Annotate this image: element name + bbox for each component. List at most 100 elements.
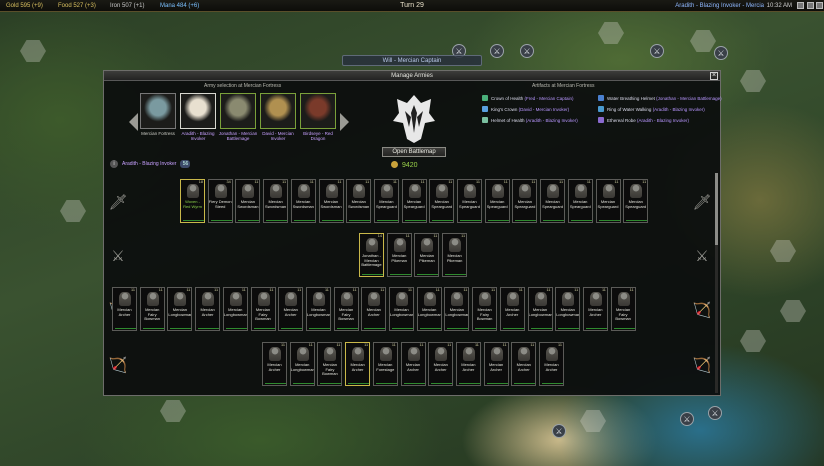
sword-icon[interactable]: 🗡	[108, 193, 128, 213]
unit-card[interactable]: 11 Mercian Archer	[195, 287, 221, 331]
map-hex[interactable]	[580, 410, 606, 432]
map-hex[interactable]	[740, 70, 766, 92]
unit-card[interactable]: 11 Mercian Longbowman	[222, 287, 248, 331]
next-arrow-icon[interactable]	[340, 113, 349, 131]
crossed-swords-icon[interactable]: ⚔	[108, 247, 128, 267]
map-unit-icon[interactable]: ⚔	[708, 406, 722, 420]
unit-card[interactable]: 11 Mercian Longbowman	[527, 287, 553, 331]
unit-card[interactable]: 11 Mercian Swordsman	[318, 179, 344, 223]
fortress-portrait[interactable]	[140, 93, 176, 129]
unit-card[interactable]: 11 Mercian Spearguard	[457, 179, 482, 223]
prev-arrow-icon[interactable]	[129, 113, 138, 131]
unit-card[interactable]: 11 Mercian Pikeman	[414, 233, 440, 277]
settings-icon[interactable]	[797, 2, 804, 9]
unit-card[interactable]: 11 Mercian Swordsman	[346, 179, 372, 223]
unit-card[interactable]: 11 Mercian Longbowman	[167, 287, 193, 331]
unit-card[interactable]: 11 Mercian Archer	[345, 342, 371, 386]
menu-icon[interactable]	[807, 2, 814, 9]
unit-card[interactable]: 11 Mercian Pikeman	[442, 233, 468, 277]
map-hex[interactable]	[740, 330, 766, 352]
map-unit-icon[interactable]: ⚔	[650, 44, 664, 58]
unit-card[interactable]: 11 Mercian Forestage	[372, 342, 398, 386]
unit-card[interactable]: 11 Mercian Archer	[262, 342, 287, 386]
unit-card[interactable]: 11 Mercian Spearguard	[595, 179, 621, 223]
unit-card[interactable]: 11 Mercian Pikeman	[386, 233, 412, 277]
unit-card[interactable]: 11 Mercian Fairy Bowman	[250, 287, 276, 331]
bow-icon[interactable]: 🏹	[692, 356, 712, 376]
map-hex[interactable]	[160, 400, 186, 422]
unit-card[interactable]: 11 Mercian Archer	[361, 287, 387, 331]
info-icon[interactable]: i	[110, 160, 118, 168]
player-name[interactable]: Aradith - Blazing Invoker - Mercia	[675, 0, 764, 12]
map-unit-icon[interactable]: ⚔	[714, 46, 728, 60]
unit-card[interactable]: 11 Mercian Fairy Bowman	[610, 287, 636, 331]
map-hex[interactable]	[690, 30, 716, 52]
artifact-item[interactable]: Ring of Water Walking (Aradith - Blazing…	[598, 106, 705, 112]
unit-card[interactable]: 11 Mercian Swordsman	[290, 179, 316, 223]
unit-card[interactable]: 11 Mercian Archer	[428, 342, 454, 386]
map-unit-icon[interactable]: ⚔	[680, 412, 694, 426]
close-icon[interactable]: ×	[710, 72, 718, 80]
hero-portrait[interactable]	[220, 93, 256, 129]
artifact-item[interactable]: Helmet of Health (Aradith - Blazing Invo…	[482, 117, 578, 123]
unit-card[interactable]: 11 Mercian Fairy Bowman	[317, 342, 343, 386]
unit-card[interactable]: 11 Mercian Spearguard	[429, 179, 455, 223]
unit-card[interactable]: 11 Mercian Fairy Bowman	[472, 287, 498, 331]
unit-card[interactable]: 11 Mercian Archer	[112, 287, 137, 331]
artifact-item[interactable]: Water Breathing Helmet (Jonathan - Merci…	[598, 95, 722, 101]
unit-level: 11	[309, 180, 314, 184]
unit-card[interactable]: 11 Mercian Archer	[483, 342, 509, 386]
unit-card[interactable]: 11 Mercian Spearguard	[512, 179, 538, 223]
unit-card[interactable]: 34 Fiery Demon Steed	[207, 179, 233, 223]
map-unit-icon[interactable]: ⚔	[520, 44, 534, 58]
open-battlemap-button[interactable]: Open Battlemap	[382, 147, 446, 157]
unit-card[interactable]: 11 Mercian Archer	[499, 287, 525, 331]
map-hex[interactable]	[770, 240, 796, 262]
unit-card[interactable]: 11 Mercian Longbowman	[555, 287, 581, 331]
unit-card[interactable]: 11 Mercian Longbowman	[416, 287, 442, 331]
crossed-swords-icon[interactable]: ⚔	[692, 247, 712, 267]
unit-card[interactable]: 11 Mercian Spearguard	[373, 179, 399, 223]
map-hex[interactable]	[780, 300, 806, 322]
unit-card[interactable]: 11 Mercian Spearguard	[540, 179, 566, 223]
map-unit-icon[interactable]: ⚔	[490, 44, 504, 58]
unit-card[interactable]: 11 Mercian Archer	[278, 287, 304, 331]
map-unit-icon[interactable]: ⚔	[552, 424, 566, 438]
hero-name: Jonathan - Mercian Battlemage	[218, 131, 258, 141]
unit-card[interactable]: 18 Woven - Red Wyrm	[180, 179, 205, 223]
sword-icon[interactable]: 🗡	[692, 193, 712, 213]
unit-card[interactable]: 11 Mercian Archer	[511, 342, 537, 386]
unit-card[interactable]: 11 Mercian Spearguard	[484, 179, 510, 223]
unit-card[interactable]: 11 Mercian Fairy Bowman	[139, 287, 165, 331]
unit-card[interactable]: 11 Mercian Archer	[400, 342, 426, 386]
scrollbar[interactable]	[715, 173, 718, 393]
unit-card[interactable]: 11 Mercian Archer	[582, 287, 608, 331]
unit-card[interactable]: 11 Mercian Longbowman	[305, 287, 331, 331]
map-hex[interactable]	[20, 40, 46, 62]
map-hex[interactable]	[60, 200, 86, 222]
artifact-item[interactable]: Ethereal Robe (Aradith - Blazing Invoker…	[598, 117, 689, 123]
unit-card[interactable]: 11 Mercian Archer	[455, 342, 481, 386]
map-unit-label[interactable]: Will - Mercian Captain	[342, 55, 482, 66]
unit-card[interactable]: 11 Mercian Swordsman	[263, 179, 289, 223]
unit-card[interactable]: 11 Mercian Spearguard	[623, 179, 649, 223]
scrollbar-thumb[interactable]	[715, 173, 718, 245]
unit-card[interactable]: 11 Mercian Longbowman	[389, 287, 414, 331]
bow-icon[interactable]: 🏹	[108, 356, 128, 376]
unit-card[interactable]: 11 Mercian Fairy Bowman	[333, 287, 359, 331]
close-icon[interactable]	[816, 2, 823, 9]
unit-card[interactable]: 14 Jonathan - Mercian Battlemage	[359, 233, 384, 277]
unit-card[interactable]: 11 Mercian Longbowman	[444, 287, 470, 331]
unit-card[interactable]: 11 Mercian Longbowman	[289, 342, 315, 386]
hero-portrait[interactable]	[180, 93, 216, 129]
bow-icon[interactable]: 🏹	[692, 301, 712, 321]
hero-portrait[interactable]	[300, 93, 336, 129]
unit-card[interactable]: 11 Mercian Spearguard	[401, 179, 427, 223]
artifact-item[interactable]: King's Crown (David - Mercian Invoker)	[482, 106, 569, 112]
unit-card[interactable]: 11 Mercian Swordsman	[235, 179, 261, 223]
hero-portrait[interactable]	[260, 93, 296, 129]
unit-card[interactable]: 11 Mercian Archer	[539, 342, 564, 386]
artifact-item[interactable]: Crown of Health (Fred - Mercian Captain)	[482, 95, 574, 101]
map-hex[interactable]	[598, 22, 624, 44]
unit-card[interactable]: 11 Mercian Spearguard	[567, 179, 593, 223]
